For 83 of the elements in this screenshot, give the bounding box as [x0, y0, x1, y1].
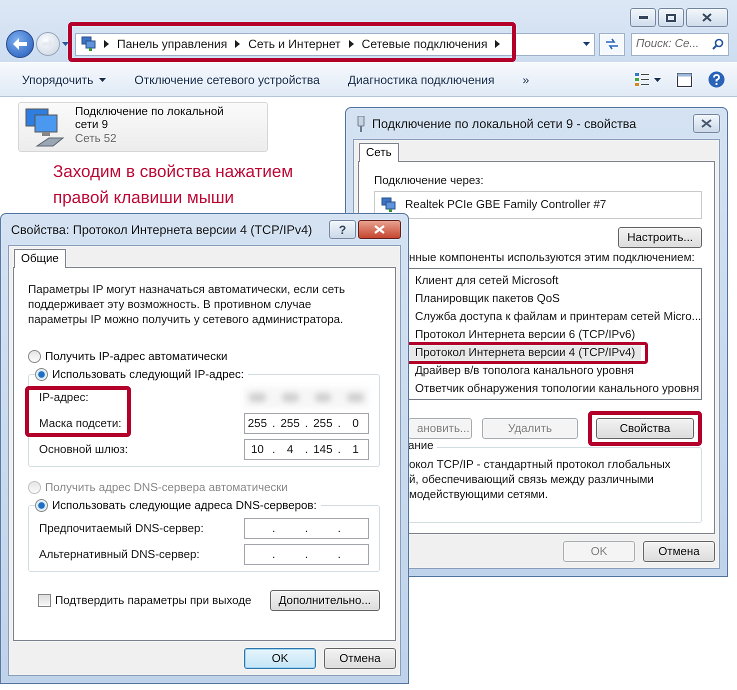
component-item[interactable]: Служба доступа к файлам и принтерам сетей Micro...: [408, 308, 708, 326]
description-text: й, обеспечивающий связь между различными: [409, 473, 655, 488]
connection-name: Подключение по локальной сети 9: [75, 106, 225, 132]
component-button[interactable]: Свойства: [596, 418, 694, 439]
confirm-checkbox[interactable]: Подтвердить параметры при выходе: [38, 594, 252, 607]
adapter-field: Realtek PCIe GBE Family Controller #7: [374, 191, 702, 219]
network-adapter-icon: [80, 36, 96, 52]
component-item[interactable]: Клиент для сетей Microsoft: [408, 272, 564, 290]
minimize-button[interactable]: [630, 8, 656, 27]
field-label: Альтернативный DNS-сервер:: [39, 548, 200, 560]
maximize-button[interactable]: [658, 8, 684, 27]
chevron-icon: [235, 40, 240, 48]
dialog-title: Свойства: Протокол Интернета версии 4 (TCP/IPv4): [11, 222, 312, 236]
description-text: окол TCP/IP - стандартный протокол глобальных: [409, 458, 672, 473]
preview-pane-button[interactable]: [677, 72, 692, 86]
configure-button[interactable]: Настроить...: [618, 227, 702, 248]
dialog-button[interactable]: Отмена: [324, 648, 396, 669]
radio-option[interactable]: Получить IP-адрес автоматически: [28, 350, 380, 363]
address-bar[interactable]: Панель управления Сеть и Интернет Сетевые подключения: [75, 32, 595, 56]
connect-using-label: Подключение через:: [374, 175, 485, 187]
component-item[interactable]: Ответчик обнаружения топологии канального уровня: [408, 380, 706, 398]
search-field[interactable]: Поиск: Се...: [631, 32, 729, 56]
address-field[interactable]: . . .: [244, 544, 369, 565]
view-list-icon: [634, 72, 650, 88]
help-button[interactable]: [708, 71, 725, 88]
address-field[interactable]: . . .: [244, 518, 369, 539]
minimize-icon: [638, 16, 648, 19]
field-label: IP-адрес:: [39, 392, 89, 404]
caret-icon: [99, 78, 106, 82]
field-label: Маска подсети:: [39, 418, 122, 430]
chevron-icon: [104, 40, 109, 48]
annotation-text: Заходим в свойства нажатием правой клавиши мыши: [53, 161, 294, 209]
network-adapter-icon: [380, 197, 396, 213]
description-text: модействующими сетями.: [409, 488, 550, 503]
tab[interactable]: Общие: [14, 249, 66, 268]
connection-item[interactable]: Подключение по локальной сети 9 Сеть 52: [18, 102, 268, 152]
intro-text: Параметры IP могут назначаться автоматически, если сеть поддерживает эту возможность. В противном случае параметры IP можно получить у сетевого администратора.: [28, 283, 346, 328]
toolbar-button[interactable]: Диагностика подключения: [348, 72, 495, 86]
radio-option[interactable]: Использовать следующие адреса DNS-серверов:: [35, 499, 317, 512]
advanced-button[interactable]: Дополнительно...: [270, 590, 380, 611]
refresh-icon: [605, 38, 619, 50]
dialog-title: Подключение по локальной сети 9 - свойства: [372, 116, 636, 130]
more-button[interactable]: »: [522, 72, 530, 86]
chevron-icon: [495, 40, 500, 48]
caret-icon: [654, 78, 661, 82]
close-button[interactable]: [358, 220, 401, 239]
component-item[interactable]: Планировщик пакетов QoS: [408, 290, 566, 308]
network-name: Сеть 52: [75, 133, 118, 145]
tab[interactable]: Сеть: [359, 143, 399, 162]
close-button[interactable]: [686, 8, 728, 27]
field-label: Предпочитаемый DNS-сервер:: [39, 522, 204, 534]
help-icon: [708, 71, 725, 88]
dialog-button[interactable]: Отмена: [643, 541, 715, 562]
breadcrumb-link[interactable]: Сетевые подключения: [362, 37, 488, 51]
view-options-button[interactable]: [634, 72, 661, 88]
connection-icon: [356, 116, 366, 132]
toolbar-button[interactable]: Отключение сетевого устройства: [134, 72, 320, 86]
description-legend: ание: [408, 440, 437, 452]
refresh-button[interactable]: [599, 32, 625, 56]
field-label: Основной шлюз:: [39, 444, 128, 456]
breadcrumb-link[interactable]: Панель управления: [117, 37, 228, 51]
component-item[interactable]: Драйвер в/в тополога канального уровня: [408, 362, 640, 380]
caret-icon: [583, 42, 590, 46]
toolbar-button[interactable]: Упорядочить: [22, 72, 106, 86]
pane-icon: [677, 72, 692, 86]
component-item[interactable]: Протокол Интернета версии 6 (TCP/IPv6): [408, 326, 642, 344]
maximize-icon: [666, 14, 676, 22]
search-icon: [712, 38, 724, 50]
components-label: нные компоненты используются этим подключением:: [409, 252, 696, 264]
chevron-icon: [348, 40, 354, 48]
close-icon: [701, 119, 712, 128]
address-field[interactable]: 255 . 255 . 255 . 0: [244, 413, 369, 434]
breadcrumb-link[interactable]: Сеть и Интернет: [248, 37, 341, 51]
close-icon: [702, 13, 712, 22]
back-arrow-icon: [13, 38, 27, 50]
caret-icon: [62, 42, 69, 46]
close-button[interactable]: [693, 114, 720, 133]
radio-option[interactable]: Использовать следующий IP-адрес:: [35, 368, 244, 381]
help-button[interactable]: ?: [329, 220, 356, 239]
close-icon: [374, 225, 385, 234]
address-field[interactable]: 10 . 4 . 145 . 1: [244, 439, 369, 460]
dialog-button[interactable]: OK: [244, 648, 316, 669]
back-button[interactable]: [6, 30, 34, 58]
